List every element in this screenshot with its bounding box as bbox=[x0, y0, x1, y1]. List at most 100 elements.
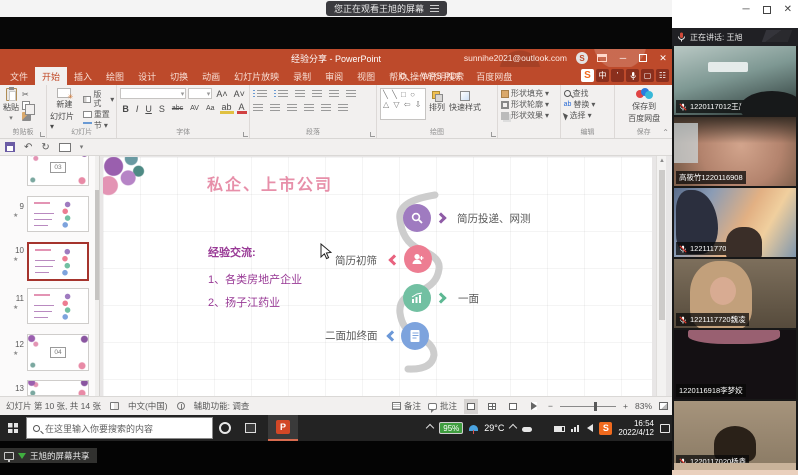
zoom-in-button[interactable]: + bbox=[623, 401, 628, 411]
microphone-tray-icon[interactable] bbox=[538, 424, 548, 432]
ime-punctuation-icon[interactable]: ’ bbox=[611, 69, 624, 82]
account-email[interactable]: sunnihe2021@outlook.com bbox=[464, 53, 567, 63]
tab-file[interactable]: 文件 bbox=[3, 67, 35, 85]
normal-view-button[interactable] bbox=[464, 399, 478, 414]
shape-effects-button[interactable]: 形状效果 ▾ bbox=[501, 111, 558, 120]
replace-button[interactable]: ab替换 ▾ bbox=[564, 100, 613, 109]
restore-button[interactable] bbox=[639, 54, 647, 62]
taskbar-search-box[interactable]: 在这里输入你要搜索的内容 bbox=[26, 417, 213, 439]
sidebar-maximize-button[interactable] bbox=[763, 6, 771, 14]
collapse-ribbon-icon[interactable]: ⌃ bbox=[662, 128, 669, 137]
underline-button[interactable]: U bbox=[143, 104, 154, 114]
change-case-button[interactable]: Aa bbox=[204, 105, 217, 112]
cut-button[interactable]: ✂ bbox=[22, 90, 31, 99]
redo-button[interactable]: ↻ bbox=[41, 142, 49, 153]
participant-tile-6[interactable]: 1220117020杨鑫 bbox=[674, 401, 796, 470]
thumbnail-scrollbar[interactable] bbox=[95, 156, 99, 396]
sidebar-close-button[interactable]: ✕ bbox=[784, 4, 792, 15]
start-slideshow-button[interactable] bbox=[59, 143, 71, 152]
tab-slideshow[interactable]: 幻灯片放映 bbox=[227, 67, 286, 85]
shape-outline-button[interactable]: 形状轮廓 ▾ bbox=[501, 100, 558, 109]
font-color-button[interactable]: A bbox=[237, 103, 247, 114]
slide-scrollbar[interactable]: ▲ bbox=[656, 156, 666, 396]
notes-button[interactable]: 备注 bbox=[392, 400, 421, 412]
slideshow-view-button[interactable] bbox=[527, 399, 541, 414]
ime-menu-icon[interactable]: ☷ bbox=[656, 69, 669, 82]
participant-tile-5[interactable]: 1220116918李梦姣 bbox=[674, 330, 796, 399]
taskbar-clock[interactable]: 16:54 2022/4/12 bbox=[618, 419, 654, 437]
tray-expand-icon[interactable] bbox=[509, 424, 517, 432]
justify-button[interactable] bbox=[304, 104, 314, 113]
reading-view-button[interactable] bbox=[506, 399, 520, 414]
tab-home[interactable]: 开始 bbox=[35, 67, 67, 85]
thumbnail-slide-10-selected[interactable] bbox=[27, 242, 89, 281]
tab-transitions[interactable]: 切换 bbox=[163, 67, 195, 85]
tab-record[interactable]: 录制 bbox=[286, 67, 318, 85]
zoom-out-button[interactable]: − bbox=[548, 401, 553, 411]
step-circle-screening[interactable] bbox=[404, 245, 432, 273]
accessibility-status[interactable]: 辅助功能: 调查 bbox=[194, 400, 250, 412]
step-label[interactable]: 一面 bbox=[458, 291, 479, 306]
participant-tile-3[interactable]: 1221117707许子荷 bbox=[674, 188, 796, 257]
layout-button[interactable]: 版式 ▾ bbox=[83, 90, 115, 108]
banner-menu-icon[interactable] bbox=[430, 5, 439, 12]
tab-draw[interactable]: 绘图 bbox=[99, 67, 131, 85]
thumbnail-slide-8[interactable]: 03 bbox=[27, 156, 89, 186]
select-button[interactable]: 选择 ▾ bbox=[564, 111, 613, 120]
tab-view[interactable]: 视图 bbox=[350, 67, 382, 85]
cloud-sync-icon[interactable] bbox=[522, 427, 532, 432]
weather-icon[interactable] bbox=[469, 425, 478, 431]
new-slide-button[interactable]: 新建 幻灯片 ▾ bbox=[50, 88, 79, 131]
slide-bullet-2[interactable]: 2、扬子江药业 bbox=[208, 294, 280, 310]
taskbar-chevron-icon[interactable] bbox=[426, 424, 434, 432]
taskbar-powerpoint-app[interactable]: P bbox=[268, 415, 298, 441]
step-circle-first-interview[interactable] bbox=[403, 284, 431, 312]
find-button[interactable]: 查找 bbox=[564, 89, 613, 98]
character-spacing-button[interactable]: AV bbox=[188, 105, 201, 112]
tab-review[interactable]: 审阅 bbox=[318, 67, 350, 85]
align-right-button[interactable] bbox=[287, 104, 297, 113]
minimize-button[interactable]: ─ bbox=[616, 53, 630, 63]
undo-button[interactable]: ↶ bbox=[24, 142, 32, 153]
shapes-gallery[interactable]: ╲ ╲ □ ○△ ▽ ⇦ ⇩ bbox=[380, 88, 426, 120]
slide-position-indicator[interactable]: 幻灯片 第 10 张, 共 14 张 bbox=[6, 400, 101, 412]
bold-button[interactable]: B bbox=[120, 104, 131, 114]
slide-sorter-view-button[interactable] bbox=[485, 399, 499, 414]
fit-slide-button[interactable] bbox=[659, 402, 668, 410]
zoom-slider-thumb[interactable] bbox=[594, 402, 597, 411]
strikethrough-button[interactable]: abc bbox=[170, 105, 185, 112]
battery-icon[interactable] bbox=[554, 426, 565, 432]
columns-button[interactable] bbox=[321, 104, 331, 113]
volume-icon[interactable] bbox=[587, 424, 593, 432]
tab-insert[interactable]: 插入 bbox=[67, 67, 99, 85]
thumbnail-slide-11[interactable] bbox=[27, 288, 89, 324]
paragraph-dialog-launcher[interactable] bbox=[370, 132, 375, 137]
slide-bullet-1[interactable]: 1、各类房地产企业 bbox=[208, 271, 302, 287]
thumbnail-slide-12[interactable]: 04 bbox=[27, 334, 89, 371]
font-name-box[interactable]: ▾ bbox=[120, 88, 186, 99]
save-button[interactable] bbox=[5, 142, 15, 152]
comments-button[interactable]: 批注 bbox=[428, 400, 457, 412]
ribbon-display-options-icon[interactable] bbox=[597, 54, 607, 62]
sogou-tray-icon[interactable]: S bbox=[599, 422, 612, 435]
shape-fill-button[interactable]: 形状填充 ▾ bbox=[501, 89, 558, 98]
align-left-button[interactable] bbox=[253, 104, 263, 113]
clipboard-dialog-launcher[interactable] bbox=[40, 132, 45, 137]
copy-button[interactable] bbox=[22, 101, 30, 110]
spellcheck-icon[interactable] bbox=[110, 402, 119, 410]
text-direction-button[interactable] bbox=[346, 90, 356, 99]
slide-canvas[interactable]: 私企、上市公司 简历投递、网测 简历初筛 bbox=[103, 157, 652, 396]
italic-button[interactable]: I bbox=[134, 104, 141, 114]
network-icon[interactable] bbox=[571, 424, 581, 432]
decrease-indent-button[interactable] bbox=[295, 90, 305, 99]
highlight-color-button[interactable]: ab bbox=[220, 103, 234, 114]
font-size-box[interactable]: ▾ bbox=[188, 88, 212, 99]
step-label[interactable]: 简历投递、网测 bbox=[457, 211, 531, 226]
customize-qat-icon[interactable]: ▾ bbox=[80, 143, 84, 151]
save-to-baidu-button[interactable]: 保存到 百度网盘 bbox=[618, 88, 670, 124]
start-button[interactable] bbox=[0, 415, 26, 441]
screen-share-badge[interactable]: 王旭的屏幕共享 bbox=[0, 448, 97, 463]
battery-manager-badge[interactable]: 95% bbox=[439, 422, 463, 434]
quick-styles-button[interactable]: 快速样式 bbox=[448, 88, 482, 120]
step-circle-final-interview[interactable] bbox=[401, 322, 429, 350]
